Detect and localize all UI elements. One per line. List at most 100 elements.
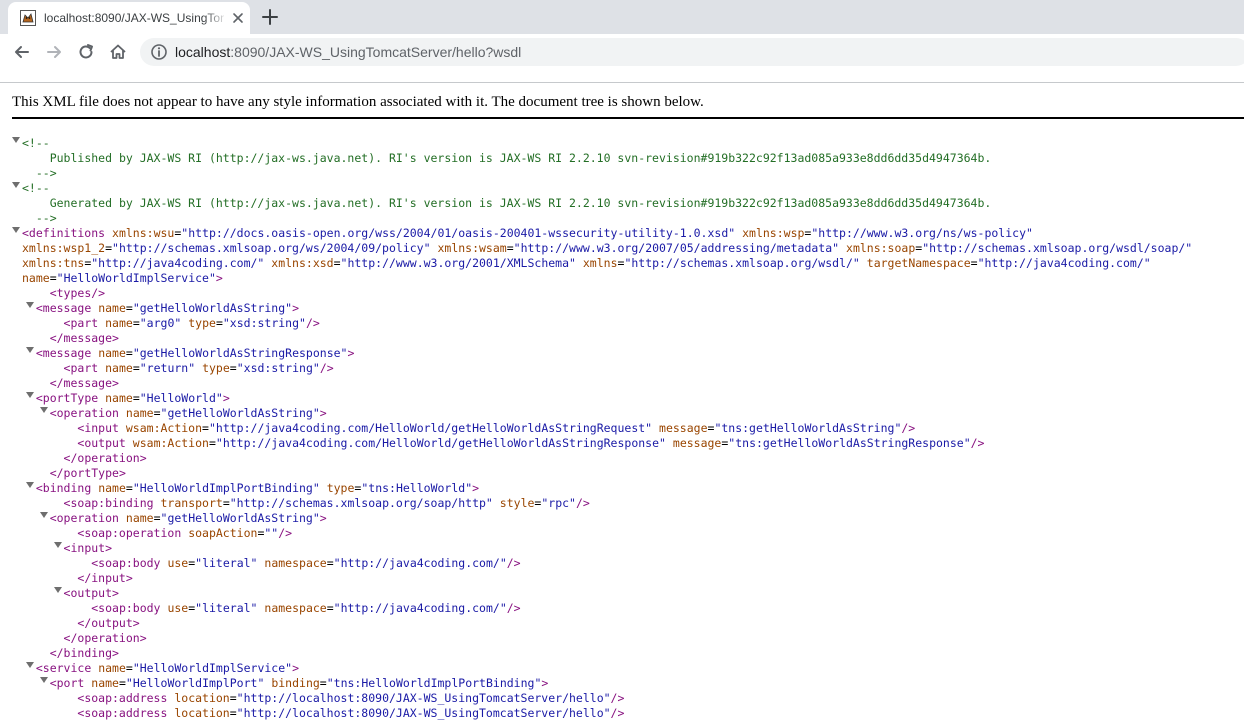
back-arrow-icon[interactable] [12,42,32,62]
toggle-spacer [40,642,50,657]
xml-line: </portType> [12,462,1244,480]
toggle-spacer [81,597,91,612]
collapse-triangle-icon[interactable] [39,507,50,522]
xml-line: <soap:body use="literal" namespace="http… [12,552,1244,570]
xml-line: <soap:operation soapAction=""/> [12,522,1244,540]
xml-tag: <soap:address [77,706,168,720]
tab-title: localhost:8090/JAX-WS_UsingTomcatServer/… [44,11,224,25]
collapse-triangle-icon[interactable] [25,657,36,672]
collapse-triangle-icon[interactable] [25,297,36,312]
toggle-spacer [40,282,50,297]
collapse-triangle-icon[interactable] [12,132,22,147]
url-text[interactable]: localhost:8090/JAX-WS_UsingTomcatServer/… [175,44,521,60]
xml-line: <operation name="getHelloWorldAsString"> [12,507,1244,525]
xml-line: <soap:address location="http://localhost… [12,687,1244,705]
xml-line: xmlns:wsp1_2="http://schemas.xmlsoap.org… [12,237,1244,255]
xml-line: <!-- [12,177,1244,195]
xml-document-tree: <!-- Published by JAX-WS RI (http://jax-… [12,132,1244,720]
xml-line: <message name="getHelloWorldAsString"> [12,297,1244,315]
info-divider [12,117,1244,119]
browser-tab[interactable]: localhost:8090/JAX-WS_UsingTomcatServer/… [8,2,250,34]
toggle-spacer [67,522,77,537]
xml-line: <input> [12,537,1244,555]
xml-line: Published by JAX-WS RI (http://jax-ws.ja… [12,147,1244,165]
xml-line: </input> [12,567,1244,585]
toggle-spacer [67,567,77,582]
toggle-spacer [40,192,50,207]
xml-line: <output wsam:Action="http://java4coding.… [12,432,1244,450]
xml-line: <portType name="HelloWorld"> [12,387,1244,405]
url-path: :8090/JAX-WS_UsingTomcatServer/hello?wsd… [230,44,522,60]
toggle-spacer [67,687,77,702]
xml-line: <soap:body use="literal" namespace="http… [12,597,1244,615]
tab-strip: localhost:8090/JAX-WS_UsingTomcatServer/… [0,0,1244,34]
toggle-spacer [26,207,36,222]
xml-line: <binding name="HelloWorldImplPortBinding… [12,477,1244,495]
xml-line: --> [12,162,1244,180]
xml-line: </message> [12,327,1244,345]
xml-line: xmlns:tns="http://java4coding.com/" xmln… [12,252,1244,270]
collapse-triangle-icon[interactable] [25,342,36,357]
xml-attribute-value: "http://localhost:8090/JAX-WS_UsingTomca… [236,706,611,720]
collapse-triangle-icon[interactable] [39,672,50,687]
xml-line: </message> [12,372,1244,390]
collapse-triangle-icon[interactable] [25,387,36,402]
tomcat-favicon-icon [20,10,36,26]
toggle-spacer [67,417,77,432]
xml-line: <part name="return" type="xsd:string"/> [12,357,1244,375]
toggle-spacer [81,552,91,567]
collapse-triangle-icon[interactable] [12,222,22,237]
toggle-spacer [67,612,77,627]
url-host: localhost [175,44,231,60]
toggle-spacer [54,492,64,507]
xml-line: <input wsam:Action="http://java4coding.c… [12,417,1244,435]
xml-line: </operation> [12,447,1244,465]
xml-line: <part name="arg0" type="xsd:string"/> [12,312,1244,330]
close-tab-icon[interactable] [230,10,246,26]
xml-line: <soap:binding transport="http://schemas.… [12,492,1244,510]
toggle-spacer [40,147,50,162]
xml-line: name="HelloWorldImplService"> [12,267,1244,285]
xml-line: <service name="HelloWorldImplService"> [12,657,1244,675]
xml-line: --> [12,207,1244,225]
xml-punctuation: = [229,706,237,720]
xml-line: <operation name="getHelloWorldAsString"> [12,402,1244,420]
xml-line: <soap:address location="http://localhost… [12,702,1244,720]
site-info-icon[interactable] [150,43,168,61]
home-icon[interactable] [108,42,128,62]
toggle-spacer [54,357,64,372]
collapse-triangle-icon[interactable] [25,477,36,492]
toggle-spacer [26,162,36,177]
toggle-spacer [54,627,64,642]
toggle-spacer [67,702,77,717]
xml-line: <output> [12,582,1244,600]
collapse-triangle-icon[interactable] [12,177,22,192]
xml-attribute-name: location [174,706,230,720]
toggle-spacer [12,237,22,252]
toggle-spacer [12,267,22,282]
xml-style-info-message: This XML file does not appear to have an… [12,94,704,110]
toggle-spacer [54,447,64,462]
toggle-spacer [40,327,50,342]
xml-line: <types/> [12,282,1244,300]
toggle-spacer [40,462,50,477]
new-tab-icon[interactable] [260,7,280,27]
collapse-triangle-icon[interactable] [53,582,64,597]
collapse-triangle-icon[interactable] [39,402,50,417]
xml-line: Generated by JAX-WS RI (http://jax-ws.ja… [12,192,1244,210]
tab-title-fade [204,8,228,28]
toggle-spacer [12,252,22,267]
xml-line: <definitions xmlns:wsu="http://docs.oasi… [12,222,1244,240]
xml-line: <!-- [12,132,1244,150]
xml-line: </binding> [12,642,1244,660]
xml-line: <port name="HelloWorldImplPort" binding=… [12,672,1244,690]
collapse-triangle-icon[interactable] [53,537,64,552]
reload-icon[interactable] [76,42,96,62]
toggle-spacer [54,312,64,327]
forward-arrow-icon[interactable] [44,42,64,62]
xml-line: </operation> [12,627,1244,645]
xml-tag: /> [610,706,625,720]
toolbar-divider [0,82,1244,83]
toggle-spacer [67,432,77,447]
